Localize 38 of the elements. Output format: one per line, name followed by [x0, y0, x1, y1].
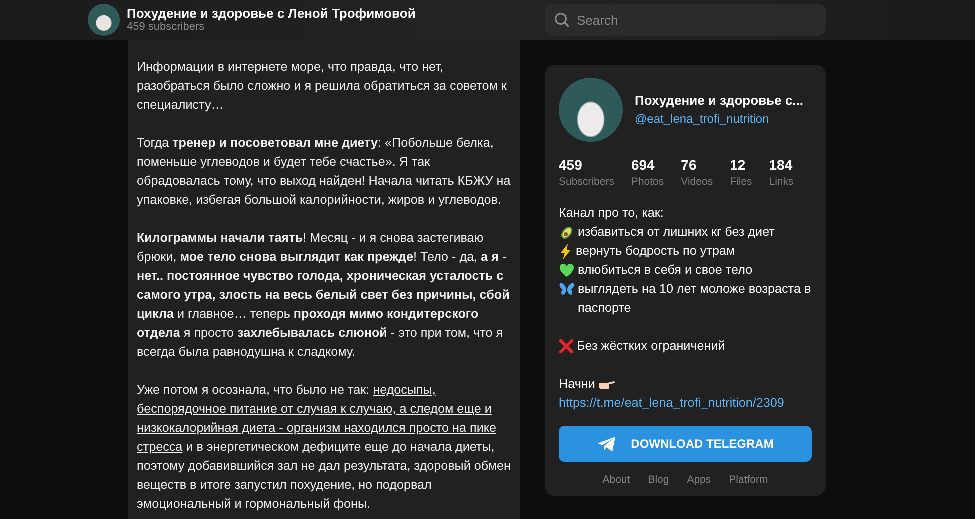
footer-link[interactable]: About — [602, 474, 630, 486]
stat-label: Subscribers — [559, 175, 614, 190]
description-line: вернуть бодрость по утрам — [576, 243, 736, 260]
butterfly-icon — [559, 282, 575, 297]
description-line: Без жёстких ограничений — [577, 338, 726, 355]
stat-value: 694 — [631, 157, 656, 174]
paper-plane-icon — [597, 436, 618, 452]
stat-label: Photos — [631, 175, 664, 190]
post-paragraph: Информации в интернете море, что правда, что нет, разобраться было сложно и я решила обратиться за советом к специалисту… — [137, 59, 508, 114]
channel-name: Похудение и здоровье с... — [635, 92, 804, 110]
footer-link[interactable]: Blog — [648, 474, 670, 486]
invite-link[interactable]: https://t.me/eat_lena_trofi_nutrition/2309 — [559, 394, 812, 413]
description-line: Начни — [559, 376, 596, 393]
stat-value: 76 — [681, 157, 698, 174]
post-paragraph: Тогда тренер и посоветовал мне диету: «Побольше белка, поменьше углеводов и будет тебе счастье». Я так обрадовалась тому, что выход найден! Начала читать КБЖУ на упаковке, избегая большой калорийности, жиров и углеводов. — [137, 135, 511, 209]
subscriber-count: 459 subscribers — [127, 21, 206, 34]
lightning-icon — [559, 244, 573, 260]
download-telegram-button[interactable]: DOWNLOAD TELEGRAM — [559, 426, 812, 462]
description-line: влюбиться в себя и свое тело — [578, 262, 753, 279]
stat-value: 184 — [769, 157, 794, 174]
stat-label: Files — [730, 175, 752, 190]
stat-label: Videos — [681, 175, 714, 190]
post-paragraph: Уже потом я осознала, что было не так: недосыпы, беспорядочное питание от случая к случаю, а следом еще и низкокалорийная диета - организм находился просто на пике стресса и в энергетическом дефиците еще до начала диеты, поэтому добавившийся зал не дал результата, здоровый обмен веществ в итоге запустил похудение, но подорвал эмоциональный и гормональный фоны. — [137, 382, 511, 513]
cross-icon — [559, 339, 574, 354]
description-line: Канал про то, как: — [559, 205, 665, 222]
post-paragraph: Килограммы начали таять! Месяц - и я снова застегиваю брюки, мое тело снова выглядит как прежде! Тело - да, а я - нет.. постоянное чувство голода, хроническая усталость с самого утра, злость на весь белый свет без причины, сбой цикла и главное… теперь проходя мимо кондитерского отдела я просто захлебывалась слюной - это при том, что я всегда была равнодушна к сладкому. — [137, 230, 511, 361]
channel-title: Похудение и здоровье с Леной Трофимовой — [127, 6, 416, 21]
description-line: избавиться от лишних кг без диет — [578, 224, 775, 241]
avocado-icon — [559, 225, 575, 241]
description-line: выглядеть на 10 лет моложе возраста в паспорте — [578, 281, 812, 317]
stat-label: Links — [769, 175, 794, 190]
footer-link[interactable]: Apps — [687, 474, 712, 486]
stat-value: 459 — [559, 157, 584, 174]
search-field[interactable]: Search — [545, 4, 826, 36]
channel-handle-link[interactable]: @eat_lena_trofi_nutrition — [635, 110, 804, 128]
stat-value: 12 — [730, 157, 747, 174]
heart-icon — [559, 263, 575, 278]
footer-link[interactable]: Platform — [729, 474, 768, 486]
